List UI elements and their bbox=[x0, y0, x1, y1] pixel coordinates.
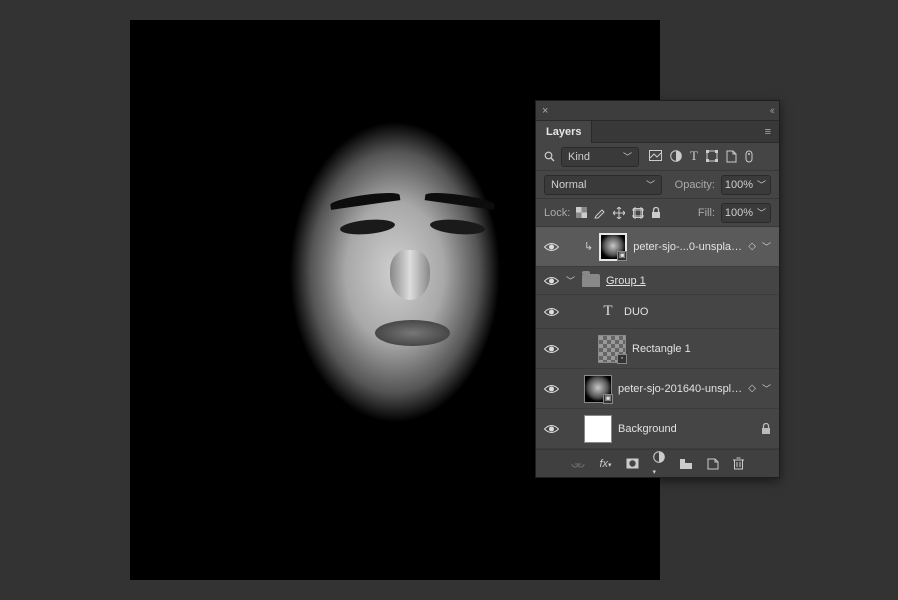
layer-thumbnail[interactable]: ▣ bbox=[599, 233, 627, 261]
panel-header: × ‹‹ bbox=[536, 101, 779, 121]
lock-pixels-icon[interactable] bbox=[594, 207, 606, 219]
visibility-toggle[interactable] bbox=[544, 242, 560, 252]
filter-shape-icon[interactable] bbox=[706, 150, 718, 163]
chevron-down-icon[interactable]: ﹀ bbox=[762, 240, 771, 253]
add-mask-icon[interactable] bbox=[626, 458, 639, 469]
filter-type-select[interactable]: Kind ﹀ bbox=[561, 147, 639, 167]
filter-type-icon[interactable]: T bbox=[690, 150, 698, 163]
filter-adjustment-icon[interactable] bbox=[670, 150, 682, 163]
blend-mode-value: Normal bbox=[551, 179, 586, 191]
panel-tabs: Layers ≡ bbox=[536, 121, 779, 143]
visibility-toggle[interactable] bbox=[544, 424, 560, 434]
layer-row[interactable]: ↳ ▣ peter-sjo-...0-unsplash ◇ ﹀ bbox=[536, 227, 779, 267]
new-layer-icon[interactable] bbox=[707, 458, 719, 470]
lock-position-icon[interactable] bbox=[613, 207, 625, 219]
panel-menu-icon[interactable]: ≡ bbox=[757, 126, 779, 138]
layers-list: ↳ ▣ peter-sjo-...0-unsplash ◇ ﹀ ﹀ Group … bbox=[536, 227, 779, 449]
layer-name[interactable]: Background bbox=[618, 423, 755, 435]
chevron-down-icon: ﹀ bbox=[623, 150, 632, 163]
lock-row: Lock: Fill: 100% ﹀ bbox=[536, 199, 779, 227]
smartobject-badge-icon: ▣ bbox=[617, 251, 627, 261]
layer-name[interactable]: peter-sjo-201640-unsplash bbox=[618, 383, 742, 395]
filter-type-label: Kind bbox=[568, 151, 590, 163]
search-icon[interactable] bbox=[544, 151, 555, 162]
tab-layers[interactable]: Layers bbox=[536, 121, 592, 143]
lock-all-icon[interactable] bbox=[651, 207, 661, 219]
layer-name[interactable]: Rectangle 1 bbox=[632, 343, 771, 355]
filters-indicator-icon[interactable]: ◇ bbox=[748, 383, 756, 394]
blend-mode-select[interactable]: Normal ﹀ bbox=[544, 175, 662, 195]
lock-label: Lock: bbox=[544, 207, 570, 219]
layer-thumbnail[interactable] bbox=[584, 415, 612, 443]
delete-layer-icon[interactable] bbox=[733, 457, 744, 470]
layer-row[interactable]: ﹀ Group 1 bbox=[536, 267, 779, 295]
filter-image-icon[interactable] bbox=[649, 150, 662, 163]
visibility-toggle[interactable] bbox=[544, 344, 560, 354]
filters-indicator-icon[interactable]: ◇ bbox=[748, 241, 756, 252]
filter-artboard-icon[interactable] bbox=[745, 150, 753, 163]
smartobject-badge-icon: ▣ bbox=[603, 394, 613, 404]
opacity-input[interactable]: 100% ﹀ bbox=[721, 175, 771, 195]
new-group-icon[interactable] bbox=[679, 458, 693, 469]
layer-fx-icon[interactable]: fx▾ bbox=[599, 458, 611, 470]
layer-row[interactable]: T DUO bbox=[536, 295, 779, 329]
opacity-value: 100% bbox=[725, 179, 753, 191]
expand-toggle[interactable]: ﹀ bbox=[566, 274, 576, 287]
visibility-toggle[interactable] bbox=[544, 276, 560, 286]
adjustment-layer-icon[interactable]: ▾ bbox=[653, 451, 665, 477]
layers-panel: × ‹‹ Layers ≡ Kind ﹀ T bbox=[535, 100, 780, 478]
layer-name[interactable]: Group 1 bbox=[606, 275, 771, 287]
blend-row: Normal ﹀ Opacity: 100% ﹀ bbox=[536, 171, 779, 199]
shape-badge-icon: ▫ bbox=[617, 354, 627, 364]
layer-name[interactable]: peter-sjo-...0-unsplash bbox=[633, 241, 742, 253]
chevron-down-icon: ﹀ bbox=[646, 178, 655, 191]
fill-input[interactable]: 100% ﹀ bbox=[721, 203, 771, 223]
clip-indicator-icon: ↳ bbox=[584, 240, 593, 253]
layer-name[interactable]: DUO bbox=[624, 306, 771, 318]
lock-icon bbox=[761, 423, 771, 435]
opacity-label: Opacity: bbox=[675, 179, 715, 191]
chevron-down-icon: ﹀ bbox=[757, 206, 766, 219]
collapse-icon[interactable]: ‹‹ bbox=[770, 105, 773, 117]
fill-label: Fill: bbox=[698, 207, 715, 219]
visibility-toggle[interactable] bbox=[544, 307, 560, 317]
panel-footer: fx▾ ▾ bbox=[536, 449, 779, 477]
visibility-toggle[interactable] bbox=[544, 384, 560, 394]
filter-row: Kind ﹀ T bbox=[536, 143, 779, 171]
layer-thumbnail[interactable]: ▫ bbox=[598, 335, 626, 363]
folder-icon bbox=[582, 274, 600, 287]
layer-row[interactable]: ▣ peter-sjo-201640-unsplash ◇ ﹀ bbox=[536, 369, 779, 409]
lock-artboard-icon[interactable] bbox=[632, 207, 644, 219]
close-icon[interactable]: × bbox=[542, 105, 552, 117]
layer-thumbnail[interactable]: ▣ bbox=[584, 375, 612, 403]
lock-transparency-icon[interactable] bbox=[576, 207, 587, 219]
layer-row[interactable]: ▫ Rectangle 1 bbox=[536, 329, 779, 369]
fill-value: 100% bbox=[725, 207, 753, 219]
chevron-down-icon: ﹀ bbox=[757, 178, 766, 191]
layer-row[interactable]: Background bbox=[536, 409, 779, 449]
link-layers-icon[interactable] bbox=[571, 459, 585, 469]
chevron-down-icon[interactable]: ﹀ bbox=[762, 382, 771, 395]
type-layer-icon: T bbox=[598, 303, 618, 320]
filter-smartobject-icon[interactable] bbox=[726, 150, 737, 163]
